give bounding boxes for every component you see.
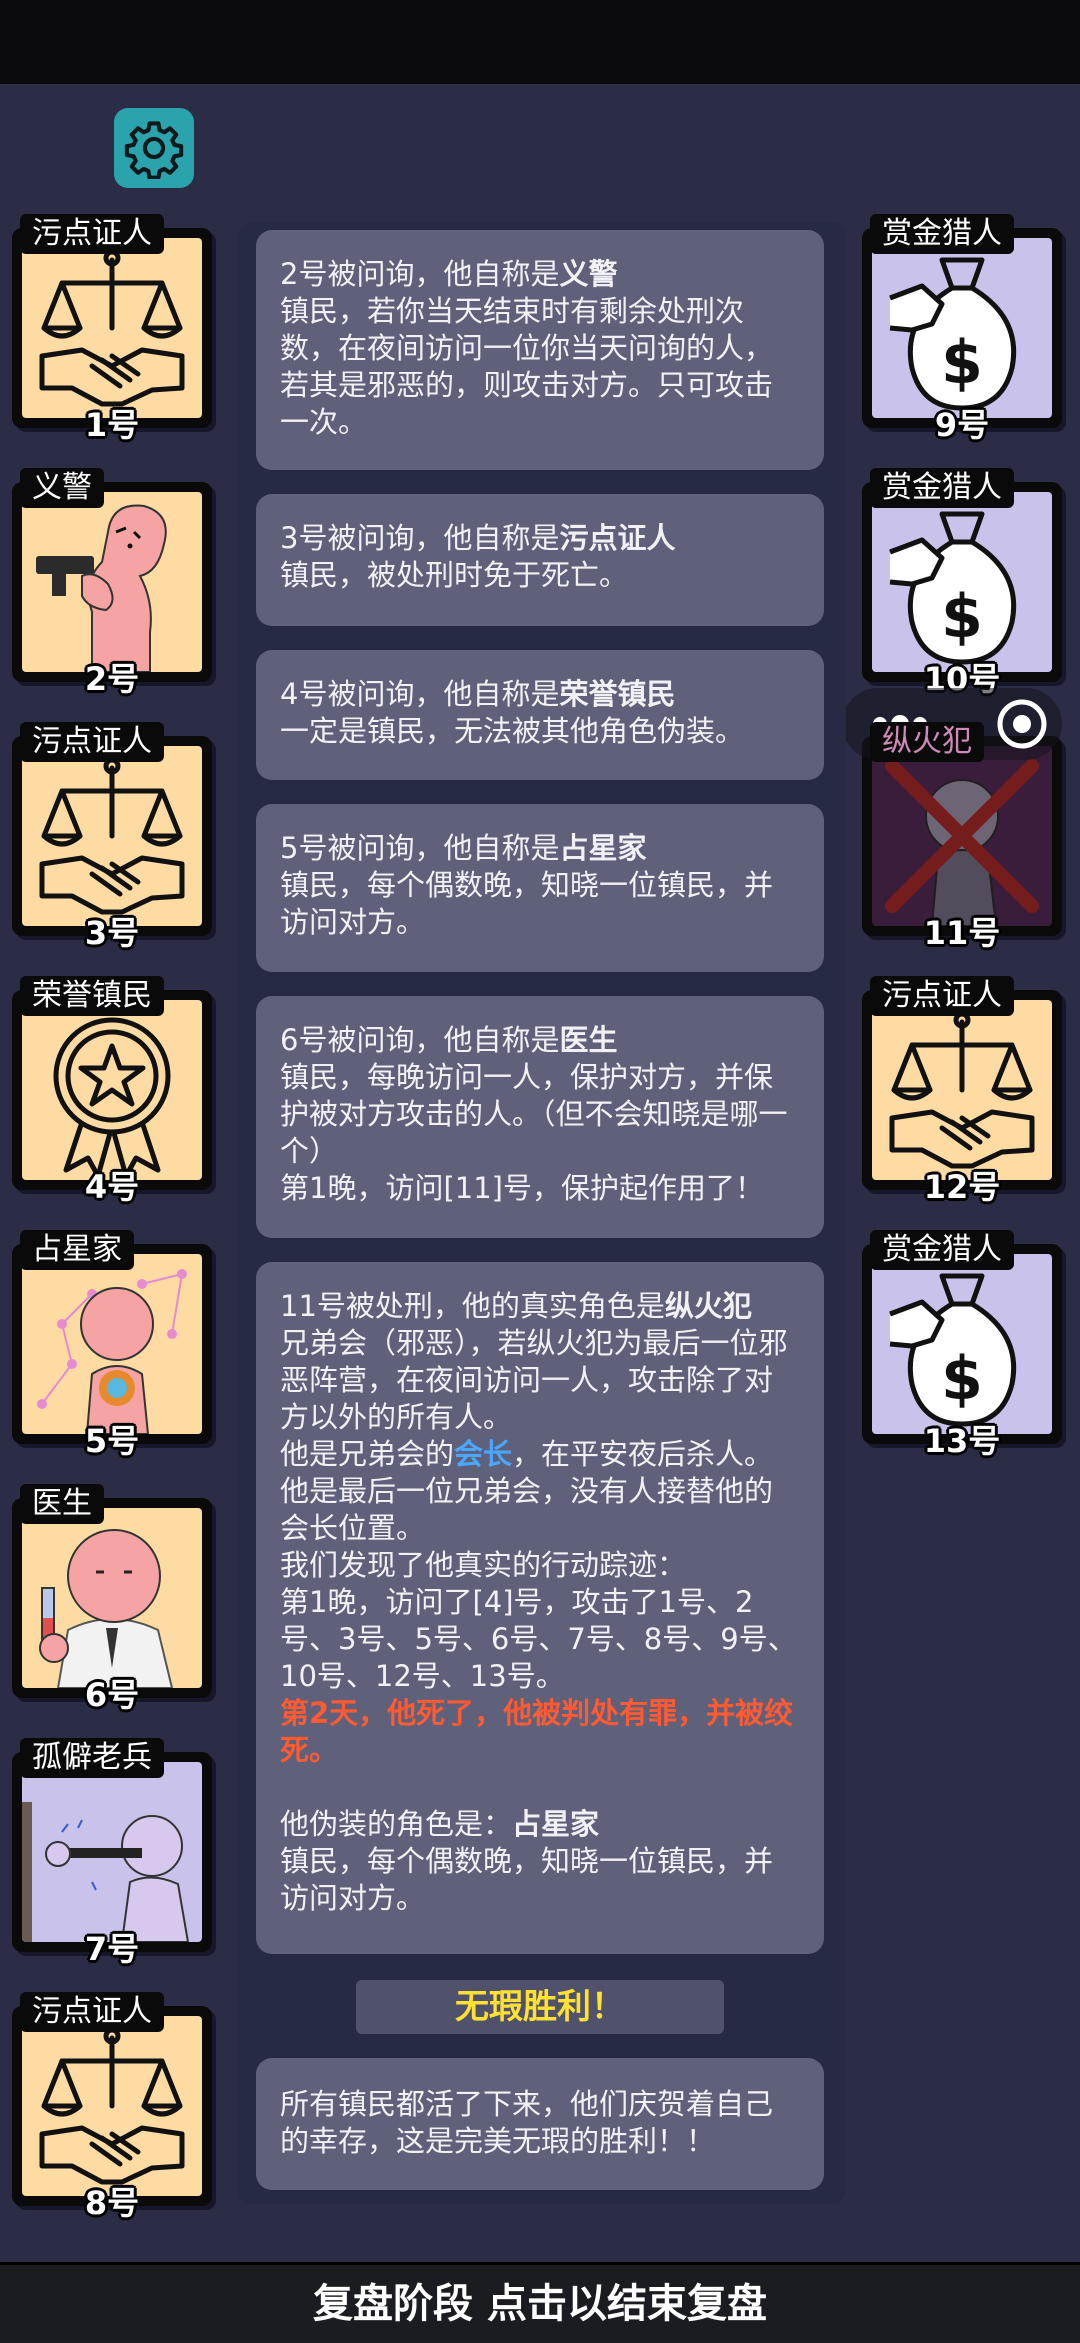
- player-card-3[interactable]: 污点证人 3号: [12, 722, 212, 952]
- close-target-icon[interactable]: [986, 688, 1058, 760]
- player-card-4[interactable]: 荣誉镇民 4号: [12, 976, 212, 1206]
- scales-icon: [22, 2016, 202, 2196]
- log-desc: 镇民，每个偶数晚，知晓一位镇民，并访问对方。: [280, 1844, 774, 1915]
- veteran-icon: [22, 1762, 202, 1942]
- role-label: 污点证人: [20, 214, 164, 254]
- gunman-icon: [22, 492, 202, 672]
- astrologer-icon: [22, 1254, 202, 1434]
- player-number: 9号: [934, 406, 990, 444]
- log-role: 占星家: [512, 1807, 600, 1841]
- medal-icon: [22, 1000, 202, 1180]
- player-number: 13号: [923, 1422, 1001, 1460]
- player-number: 1号: [84, 406, 140, 444]
- log-desc: 一定是镇民，无法被其他角色伪装。: [280, 714, 745, 748]
- log-text: 2号被问询，他自称是: [280, 257, 560, 291]
- log-desc: 兄弟会（邪恶），若纵火犯为最后一位邪恶阵营，在夜间访问一人，攻击除了对方以外的所…: [280, 1326, 788, 1434]
- player-card-5[interactable]: 占星家 5号: [12, 1230, 212, 1460]
- player-number: 12号: [923, 1168, 1001, 1206]
- player-number: 11号: [923, 914, 1001, 952]
- log-text: 5号被问询，他自称是: [280, 831, 560, 865]
- role-label: 赏金猎人: [870, 1230, 1014, 1270]
- player-number: 3号: [84, 914, 140, 952]
- player-number: 2号: [84, 660, 140, 698]
- log-entry-4: 5号被问询，他自称是占星家 镇民，每个偶数晚，知晓一位镇民，并访问对方。: [256, 804, 824, 972]
- scales-icon: [872, 1000, 1052, 1180]
- role-label: 占星家: [20, 1230, 134, 1270]
- log-text: 3号被问询，他自称是: [280, 521, 560, 555]
- status-bar: [0, 0, 1080, 84]
- role-label: 医生: [20, 1484, 104, 1524]
- log-text: 6号被问询，他自称是: [280, 1023, 560, 1057]
- death-notice: 第2天，他死了，他被判处有罪，并被绞死。: [280, 1696, 794, 1767]
- log-entry-3: 4号被问询，他自称是荣誉镇民 一定是镇民，无法被其他角色伪装。: [256, 650, 824, 780]
- moneybag-icon: $: [872, 1254, 1052, 1434]
- scales-icon: [22, 746, 202, 926]
- player-card-13[interactable]: 赏金猎人 $ 13号: [862, 1230, 1062, 1460]
- log-role: 纵火犯: [664, 1289, 752, 1323]
- log-text: 他是兄弟会的: [280, 1437, 455, 1471]
- role-label: 义警: [20, 468, 104, 508]
- role-label: 荣誉镇民: [20, 976, 164, 1016]
- moneybag-icon: $: [872, 238, 1052, 418]
- log-role: 医生: [559, 1023, 618, 1057]
- log-role: 义警: [559, 257, 618, 291]
- player-card-10[interactable]: 赏金猎人 $ 10号: [862, 468, 1062, 698]
- log-text: 11号被处刑，他的真实角色是: [280, 1289, 665, 1323]
- final-message: 所有镇民都活了下来，他们庆贺着自己的幸存，这是完美无瑕的胜利！！: [280, 2087, 774, 2158]
- player-card-9[interactable]: 赏金猎人 $ 9号: [862, 214, 1062, 444]
- player-number: 4号: [84, 1168, 140, 1206]
- arsonist-icon: [872, 746, 1052, 926]
- log-entry-5: 6号被问询，他自称是医生 镇民，每晚访问一人，保护对方，并保护被对方攻击的人。（…: [256, 996, 824, 1238]
- log-desc: 镇民，每个偶数晚，知晓一位镇民，并访问对方。: [280, 868, 774, 939]
- svg-text:$: $: [941, 582, 983, 652]
- end-review-button[interactable]: 复盘阶段 点击以结束复盘: [0, 2262, 1080, 2343]
- role-label: 纵火犯: [870, 722, 984, 762]
- log-role: 荣誉镇民: [559, 677, 676, 711]
- player-number: 8号: [84, 2184, 140, 2222]
- player-card-7[interactable]: 孤僻老兵 7号: [12, 1738, 212, 1968]
- scales-icon: [22, 238, 202, 418]
- log-entry-execution: 11号被处刑，他的真实角色是纵火犯 兄弟会（邪恶），若纵火犯为最后一位邪恶阵营，…: [256, 1262, 824, 1954]
- player-card-11[interactable]: 纵火犯 11号: [862, 722, 1062, 952]
- log-desc: 镇民，被处刑时免于死亡。: [280, 558, 629, 592]
- victory-banner: 无瑕胜利！: [356, 1980, 724, 2034]
- moneybag-icon: $: [872, 492, 1052, 672]
- log-entry-final: 所有镇民都活了下来，他们庆贺着自己的幸存，这是完美无瑕的胜利！！: [256, 2058, 824, 2190]
- role-label: 污点证人: [20, 722, 164, 762]
- role-label: 赏金猎人: [870, 468, 1014, 508]
- log-entry-1: 2号被问询，他自称是义警 镇民，若你当天结束时有剩余处刑次数，在夜间访问一位你当…: [256, 230, 824, 470]
- svg-text:$: $: [941, 328, 983, 398]
- player-card-12[interactable]: 污点证人 12号: [862, 976, 1062, 1206]
- log-text: 4号被问询，他自称是: [280, 677, 560, 711]
- svg-text:$: $: [941, 1344, 983, 1414]
- log-text: 他伪装的角色是：: [280, 1807, 513, 1841]
- log-desc: 镇民，每晚访问一人，保护对方，并保护被对方攻击的人。（但不会知晓是哪一个）: [280, 1060, 788, 1168]
- player-number: 6号: [84, 1676, 140, 1714]
- player-card-8[interactable]: 污点证人 8号: [12, 1992, 212, 2222]
- player-number: 7号: [84, 1930, 140, 1968]
- log-text: 第1晚，访问了[4]号，攻击了1号、2号、3号、5号、6号、7号、8号、9号、1…: [280, 1585, 797, 1693]
- player-card-6[interactable]: 医生 6号: [12, 1484, 212, 1714]
- player-card-2[interactable]: 义警 2号: [12, 468, 212, 698]
- role-label: 赏金猎人: [870, 214, 1014, 254]
- log-role: 污点证人: [559, 521, 676, 555]
- role-label: 污点证人: [870, 976, 1014, 1016]
- log-text: 我们发现了他真实的行动踪迹：: [280, 1548, 687, 1582]
- log-entry-2: 3号被问询，他自称是污点证人 镇民，被处刑时免于死亡。: [256, 494, 824, 626]
- player-card-1[interactable]: 污点证人 1号: [12, 214, 212, 444]
- role-label: 孤僻老兵: [20, 1738, 164, 1778]
- player-number: 5号: [84, 1422, 140, 1460]
- settings-button[interactable]: [114, 108, 194, 188]
- role-label: 污点证人: [20, 1992, 164, 2032]
- doctor-icon: [22, 1508, 202, 1688]
- leader-keyword: 会长: [454, 1437, 513, 1471]
- gear-icon: [124, 121, 184, 179]
- log-role: 占星家: [559, 831, 647, 865]
- log-desc: 镇民，若你当天结束时有剩余处刑次数，在夜间访问一位你当天问询的人，若其是邪恶的，…: [280, 294, 774, 439]
- log-extra: 第1晚，访问[11]号，保护起作用了！: [280, 1171, 764, 1205]
